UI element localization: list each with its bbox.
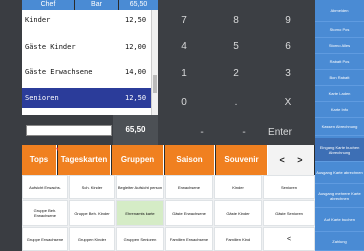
function-column: Abmelden Storno Pos Storno Alles Rabatt … bbox=[315, 0, 364, 251]
order-item-name: Gäste Kinder bbox=[25, 43, 76, 51]
key-enter[interactable]: Enter bbox=[254, 118, 306, 147]
cash-settlement-button[interactable]: Kassen Abrechnung bbox=[315, 118, 364, 136]
order-row[interactable]: Gäste Erwachsene 14,00 bbox=[22, 62, 156, 82]
order-item-price: 14,00 bbox=[125, 68, 147, 76]
product-button[interactable]: Gruppe Erwachsene bbox=[22, 227, 68, 251]
key-8[interactable]: 8 bbox=[210, 6, 262, 35]
order-header-bar: Bar bbox=[75, 0, 118, 10]
order-scrollbar[interactable] bbox=[151, 10, 158, 115]
order-item-price: 12,00 bbox=[125, 43, 147, 51]
numpad: 7 8 9 4 5 6 1 2 3 0 . X - - Enter bbox=[158, 0, 315, 145]
product-button[interactable]: Begleiter Aufsicht person bbox=[116, 175, 164, 199]
tab-tageskarten[interactable]: Tageskarten bbox=[58, 145, 111, 175]
scroll-thumb[interactable] bbox=[153, 75, 157, 93]
bon-discount-button[interactable]: Bon Rabatt bbox=[315, 70, 364, 86]
product-button[interactable]: Gäste Erwachsene bbox=[165, 200, 213, 226]
order-item-price: 12,50 bbox=[125, 16, 147, 24]
order-item-name: Gäste Erwachsene bbox=[25, 68, 93, 76]
tab-souvenir[interactable]: Souvenir bbox=[216, 145, 268, 175]
storno-all-button[interactable]: Storno Alles bbox=[315, 38, 364, 54]
order-item-name: Kinder bbox=[25, 16, 51, 24]
order-item-name: Senioren bbox=[25, 94, 59, 102]
order-row-selected[interactable]: Senioren 12,50 bbox=[22, 88, 156, 108]
product-button[interactable]: Gruppen Senioren bbox=[116, 227, 164, 251]
product-button-highlighted[interactable]: Ehrenamts karte bbox=[116, 200, 164, 226]
product-button[interactable]: Kinder bbox=[214, 175, 262, 199]
key-2[interactable]: 2 bbox=[210, 59, 262, 88]
product-page-prev-button[interactable]: < bbox=[263, 227, 315, 251]
order-header-chef: Chef bbox=[22, 0, 74, 10]
left-frame bbox=[0, 0, 22, 251]
order-list[interactable]: Kinder 12,50 Gäste Kinder 12,00 Gäste Er… bbox=[22, 10, 158, 115]
load-card-button[interactable]: Karte Laden bbox=[315, 86, 364, 102]
tab-saison[interactable]: Saison bbox=[165, 145, 215, 175]
storno-pos-button[interactable]: Storno Pos bbox=[315, 22, 364, 38]
product-button[interactable]: Gäste Senioren bbox=[263, 200, 315, 226]
product-button[interactable]: Gruppe Beh. Kinder bbox=[69, 200, 115, 226]
card-info-button[interactable]: Karte Info bbox=[315, 102, 364, 118]
product-grid: Aufsicht Erwachs. Sch. Kinder Begleiter … bbox=[22, 175, 315, 251]
next-category-button[interactable]: > bbox=[297, 155, 302, 165]
key-3[interactable]: 3 bbox=[262, 59, 314, 88]
key-9[interactable]: 9 bbox=[262, 6, 314, 35]
input-field[interactable] bbox=[26, 125, 112, 136]
product-button[interactable]: Familien Erwachsene bbox=[165, 227, 213, 251]
product-button[interactable]: Erwachsene bbox=[165, 175, 213, 199]
prev-category-button[interactable]: < bbox=[279, 155, 284, 165]
order-header-amount: 65,50 bbox=[119, 0, 158, 10]
key-7[interactable]: 7 bbox=[158, 6, 210, 35]
product-button[interactable]: Gruppe Beh. Erwachsene bbox=[22, 200, 68, 226]
product-button[interactable]: Familien Kind bbox=[214, 227, 262, 251]
key-1[interactable]: 1 bbox=[158, 59, 210, 88]
multi-card-exit-button[interactable]: Ausgang mehrere Karte abrechnen bbox=[315, 184, 364, 208]
key-clear[interactable]: X bbox=[262, 88, 314, 117]
product-button[interactable]: Aufsicht Erwachs. bbox=[22, 175, 68, 199]
tab-gruppen[interactable]: Gruppen bbox=[112, 145, 164, 175]
order-item-price: 12,50 bbox=[125, 94, 147, 102]
tab-tops[interactable]: Tops bbox=[22, 145, 57, 175]
order-row[interactable]: Gäste Kinder 12,00 bbox=[22, 37, 156, 57]
key-5[interactable]: 5 bbox=[210, 32, 262, 61]
product-button[interactable]: Sch. Kinder bbox=[69, 175, 115, 199]
key-4[interactable]: 4 bbox=[158, 32, 210, 61]
product-button[interactable]: Senioren bbox=[263, 175, 315, 199]
card-exit-button[interactable]: Ausgang Karte abrechnen bbox=[315, 162, 364, 184]
key-6[interactable]: 6 bbox=[262, 32, 314, 61]
product-button[interactable]: Gruppen Kinder bbox=[69, 227, 115, 251]
product-button[interactable]: Gäste Kinder bbox=[214, 200, 262, 226]
payment-button[interactable]: Zahlung bbox=[315, 232, 364, 251]
category-nav: < > bbox=[268, 145, 314, 175]
discount-pos-button[interactable]: Rabatt Pos bbox=[315, 54, 364, 70]
logout-button[interactable]: Abmelden bbox=[315, 0, 364, 22]
order-row[interactable]: Kinder 12,50 bbox=[22, 10, 156, 30]
key-0[interactable]: 0 bbox=[158, 88, 210, 117]
total-value: 65,50 bbox=[113, 115, 158, 145]
card-entry-button[interactable]: Eingang Karte buchen Abrechnung bbox=[315, 138, 364, 162]
book-on-card-button[interactable]: Auf Karte buchen bbox=[315, 208, 364, 232]
key-decimal[interactable]: . bbox=[210, 88, 262, 117]
